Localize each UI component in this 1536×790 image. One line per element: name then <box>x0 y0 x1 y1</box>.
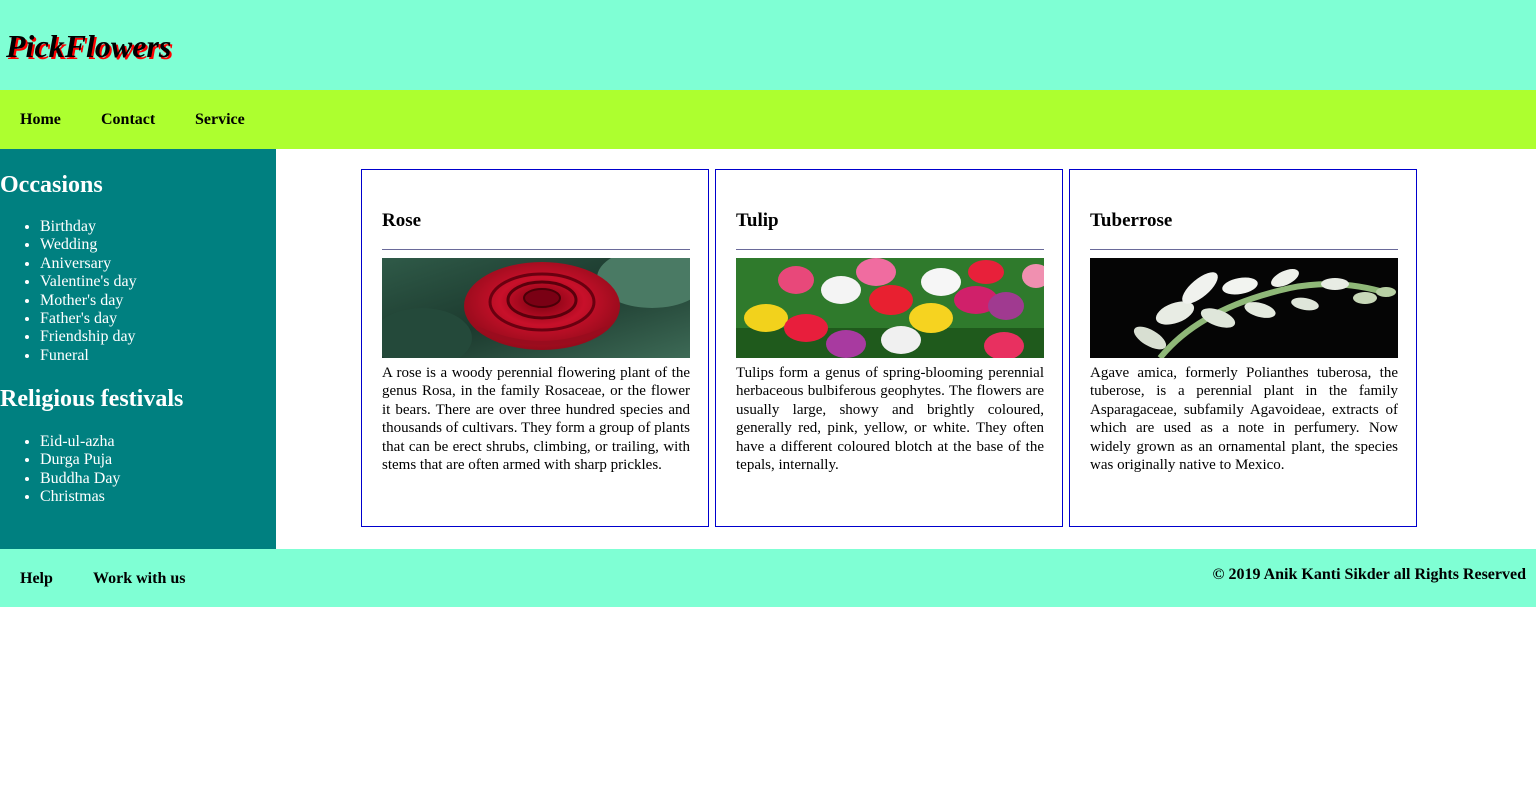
list-item[interactable]: Aniversary <box>40 255 137 273</box>
list-item[interactable]: Wedding <box>40 236 137 254</box>
list-item[interactable]: Eid-ul-azha <box>40 433 120 451</box>
tulip-image <box>736 258 1044 358</box>
site-header: PickFlowers <box>0 0 1536 90</box>
card-title: Tulip <box>736 210 779 231</box>
nav-link-contact[interactable]: Contact <box>101 110 155 130</box>
list-item[interactable]: Mother's day <box>40 292 137 310</box>
occasions-list: Birthday Wedding Aniversary Valentine's … <box>0 218 137 365</box>
nav-link-service[interactable]: Service <box>195 110 245 130</box>
sidebar-heading-religious: Religious festivals <box>0 386 184 412</box>
list-item[interactable]: Valentine's day <box>40 273 137 291</box>
copyright-text: © 2019 Anik Kanti Sikder all Rights Rese… <box>1212 566 1526 583</box>
card-divider <box>382 249 690 250</box>
card-description: Tulips form a genus of spring-blooming p… <box>736 365 1044 474</box>
main-content: Rose A rose is a woody perennial floweri… <box>276 149 1536 549</box>
card-divider <box>1090 249 1398 250</box>
tuberose-image <box>1090 258 1398 358</box>
site-footer: Help Work with us © 2019 Anik Kanti Sikd… <box>0 549 1536 607</box>
footer-link-work-with-us[interactable]: Work with us <box>93 569 185 589</box>
list-item[interactable]: Friendship day <box>40 328 137 346</box>
list-item[interactable]: Buddha Day <box>40 470 120 488</box>
flower-card-rose: Rose A rose is a woody perennial floweri… <box>361 169 709 527</box>
sidebar: Occasions Birthday Wedding Aniversary Va… <box>0 149 276 549</box>
footer-link-help[interactable]: Help <box>20 569 53 589</box>
list-item[interactable]: Birthday <box>40 218 137 236</box>
card-divider <box>736 249 1044 250</box>
flower-card-tulip: Tulip Tulips form a genus of spring-bloo… <box>715 169 1063 527</box>
sidebar-heading-occasions: Occasions <box>0 172 103 198</box>
card-title: Rose <box>382 210 422 231</box>
list-item[interactable]: Funeral <box>40 347 137 365</box>
religious-festivals-list: Eid-ul-azha Durga Puja Buddha Day Christ… <box>0 433 120 507</box>
list-item[interactable]: Father's day <box>40 310 137 328</box>
list-item[interactable]: Durga Puja <box>40 451 120 469</box>
card-description: A rose is a woody perennial flowering pl… <box>382 365 690 474</box>
main-nav: Home Contact Service <box>0 90 1536 149</box>
nav-link-home[interactable]: Home <box>20 110 61 130</box>
card-title: Tuberrose <box>1090 210 1173 231</box>
site-logo[interactable]: PickFlowers <box>6 28 171 64</box>
rose-image <box>382 258 690 358</box>
card-description: Agave amica, formerly Polianthes tuberos… <box>1090 365 1398 474</box>
flower-card-tuberose: Tuberrose Agave amica, formerly Polianth… <box>1069 169 1417 527</box>
list-item[interactable]: Christmas <box>40 488 120 506</box>
